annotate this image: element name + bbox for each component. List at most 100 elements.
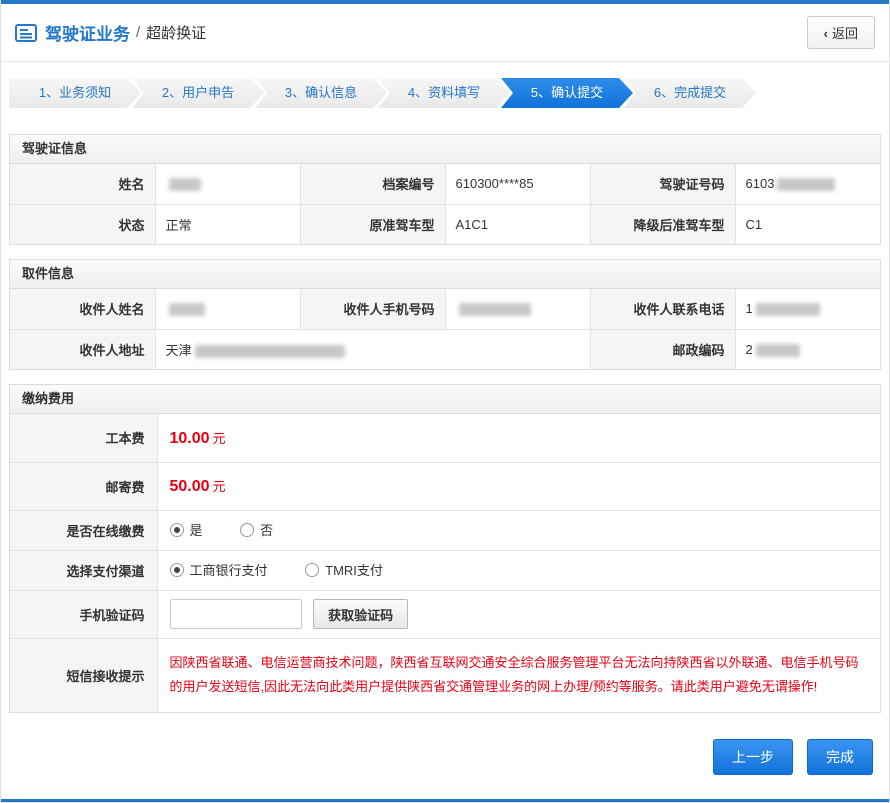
- postage-fee-value: 50.00 元: [156, 461, 881, 511]
- recipient-address-label: 收件人地址: [9, 328, 156, 370]
- license-number-visible: 6103: [745, 176, 775, 192]
- pay-channel-tmri-option[interactable]: TMRI支付: [305, 560, 383, 579]
- page-subtitle: 超龄换证: [146, 25, 207, 42]
- title-separator: /: [136, 24, 141, 41]
- sms-notice-text: 因陕西省联通、电信运营商技术问题，陕西省互联网交通安全综合服务管理平台无法向持陕…: [169, 654, 859, 695]
- recipient-address-value: 天津: [154, 328, 591, 370]
- recipient-mobile-value: [444, 288, 591, 330]
- chevron-left-icon: ‹: [823, 26, 828, 41]
- bottom-actions: 上一步 完成: [1, 713, 889, 789]
- license-number-label: 驾驶证号码: [589, 163, 736, 205]
- cost-fee-label: 工本费: [9, 413, 158, 463]
- step-1-notice[interactable]: 1、业务须知: [9, 78, 141, 108]
- redacted-text: [777, 178, 836, 192]
- get-captcha-button[interactable]: 获取验证码: [313, 599, 409, 629]
- bottom-accent-bar: [1, 798, 889, 802]
- radio-checked-icon[interactable]: [169, 522, 184, 537]
- table-row: 姓名 档案编号 610300****85 驾驶证号码 6103: [9, 163, 881, 205]
- name-value: [154, 163, 301, 205]
- zip-code-value: 2: [734, 328, 881, 370]
- downgrade-class-label: 降级后准驾车型: [589, 203, 736, 245]
- section-license-info: 驾驶证信息 姓名 档案编号 610300****85 驾驶证号码 6103 状态…: [9, 134, 881, 245]
- redacted-text: [755, 343, 800, 357]
- postage-fee-label: 邮寄费: [9, 461, 158, 511]
- captcha-label: 手机验证码: [9, 589, 158, 639]
- online-pay-label: 是否在线缴费: [9, 509, 158, 551]
- table-row: 收件人地址 天津 邮政编码 2: [9, 328, 881, 370]
- online-pay-yes-option[interactable]: 是: [169, 520, 203, 539]
- page-title: 驾驶证业务: [45, 25, 130, 44]
- table-row: 手机验证码 获取验证码: [9, 589, 881, 639]
- section-pickup-info: 取件信息 收件人姓名 收件人手机号码 收件人联系电话 1 收件人地址 天津 邮政…: [9, 259, 881, 370]
- recipient-tel-visible: 1: [745, 301, 753, 317]
- table-row: 状态 正常 原准驾车型 A1C1 降级后准驾车型 C1: [9, 203, 881, 245]
- recipient-tel-value: 1: [734, 288, 881, 330]
- file-number-label: 档案编号: [299, 163, 446, 205]
- step-2-declaration[interactable]: 2、用户申告: [132, 78, 264, 108]
- status-value: 正常: [154, 203, 301, 245]
- pay-channel-icbc-option[interactable]: 工商银行支付: [169, 560, 268, 579]
- license-info-table: 姓名 档案编号 610300****85 驾驶证号码 6103 状态 正常 原准…: [9, 163, 881, 245]
- table-row: 邮寄费 50.00 元: [9, 461, 881, 511]
- step-navigation: 1、业务须知 2、用户申告 3、确认信息 4、资料填写 5、确认提交 6、完成提…: [1, 62, 889, 120]
- zip-code-visible: 2: [745, 341, 753, 357]
- radio-unchecked-icon[interactable]: [240, 522, 255, 537]
- recipient-mobile-label: 收件人手机号码: [299, 288, 446, 330]
- radio-unchecked-icon[interactable]: [305, 562, 320, 577]
- fees-table: 工本费 10.00 元 邮寄费 50.00 元 是否在线缴费 是 否 选择支付渠…: [9, 413, 881, 713]
- cost-fee-unit: 元: [212, 430, 226, 446]
- main-content: 驾驶证信息 姓名 档案编号 610300****85 驾驶证号码 6103 状态…: [1, 120, 889, 713]
- online-pay-no-option[interactable]: 否: [240, 520, 273, 539]
- step-5-confirm-submit[interactable]: 5、确认提交: [501, 78, 633, 108]
- section-fees: 缴纳费用 工本费 10.00 元 邮寄费 50.00 元 是否在线缴费 是 否 …: [9, 384, 881, 713]
- license-number-value: 6103: [734, 163, 881, 205]
- radio-checked-icon[interactable]: [169, 562, 184, 577]
- sms-notice-label: 短信接收提示: [9, 637, 158, 713]
- redacted-text: [755, 303, 820, 317]
- recipient-name-label: 收件人姓名: [9, 288, 156, 330]
- redacted-text: [168, 178, 201, 192]
- table-row: 工本费 10.00 元: [9, 413, 881, 463]
- online-pay-yes-label: 是: [189, 523, 203, 539]
- online-pay-no-label: 否: [260, 523, 274, 539]
- back-button[interactable]: ‹ 返回: [806, 16, 875, 49]
- recipient-tel-label: 收件人联系电话: [589, 288, 736, 330]
- recipient-name-value: [154, 288, 301, 330]
- file-number-value: 610300****85: [444, 163, 591, 205]
- previous-step-button[interactable]: 上一步: [713, 738, 793, 775]
- table-row: 选择支付渠道 工商银行支付 TMRI支付: [9, 549, 881, 591]
- pay-channel-label: 选择支付渠道: [9, 549, 158, 591]
- pay-channel-tmri-label: TMRI支付: [325, 563, 383, 579]
- step-4-fill-material[interactable]: 4、资料填写: [378, 78, 510, 108]
- pay-channel-options: 工商银行支付 TMRI支付: [156, 549, 881, 591]
- status-label: 状态: [9, 203, 156, 245]
- redacted-text: [194, 344, 345, 358]
- page-header: 驾驶证业务 / 超龄换证 ‹ 返回: [1, 4, 889, 61]
- name-label: 姓名: [9, 163, 156, 205]
- pickup-section-title: 取件信息: [10, 260, 880, 289]
- downgrade-class-value: C1: [734, 203, 881, 245]
- original-class-value: A1C1: [444, 203, 591, 245]
- pay-channel-icbc-label: 工商银行支付: [189, 563, 268, 579]
- step-6-finish-submit[interactable]: 6、完成提交: [624, 78, 756, 108]
- table-row: 收件人姓名 收件人手机号码 收件人联系电话 1: [9, 288, 881, 330]
- pickup-info-table: 收件人姓名 收件人手机号码 收件人联系电话 1 收件人地址 天津 邮政编码 2: [9, 288, 881, 370]
- recipient-address-visible: 天津: [165, 342, 192, 358]
- captcha-input[interactable]: [169, 599, 302, 629]
- back-button-label: 返回: [831, 26, 858, 41]
- online-pay-options: 是 否: [156, 509, 881, 551]
- sms-notice-cell: 因陕西省联通、电信运营商技术问题，陕西省互联网交通安全综合服务管理平台无法向持陕…: [156, 637, 881, 713]
- license-form-icon: [15, 23, 37, 42]
- captcha-field-cell: 获取验证码: [156, 589, 881, 639]
- cost-fee-amount: 10.00: [169, 429, 210, 447]
- postage-fee-unit: 元: [212, 479, 226, 494]
- page: 驾驶证业务 / 超龄换证 ‹ 返回 1、业务须知 2、用户申告 3、确认信息 4、…: [0, 0, 890, 803]
- postage-fee-amount: 50.00: [169, 478, 210, 495]
- fees-section-title: 缴纳费用: [10, 385, 880, 414]
- step-3-confirm-info[interactable]: 3、确认信息: [255, 78, 387, 108]
- table-row: 是否在线缴费 是 否: [9, 509, 881, 551]
- redacted-text: [168, 303, 205, 317]
- finish-button[interactable]: 完成: [807, 738, 873, 775]
- license-section-title: 驾驶证信息: [10, 135, 880, 164]
- zip-code-label: 邮政编码: [589, 328, 736, 370]
